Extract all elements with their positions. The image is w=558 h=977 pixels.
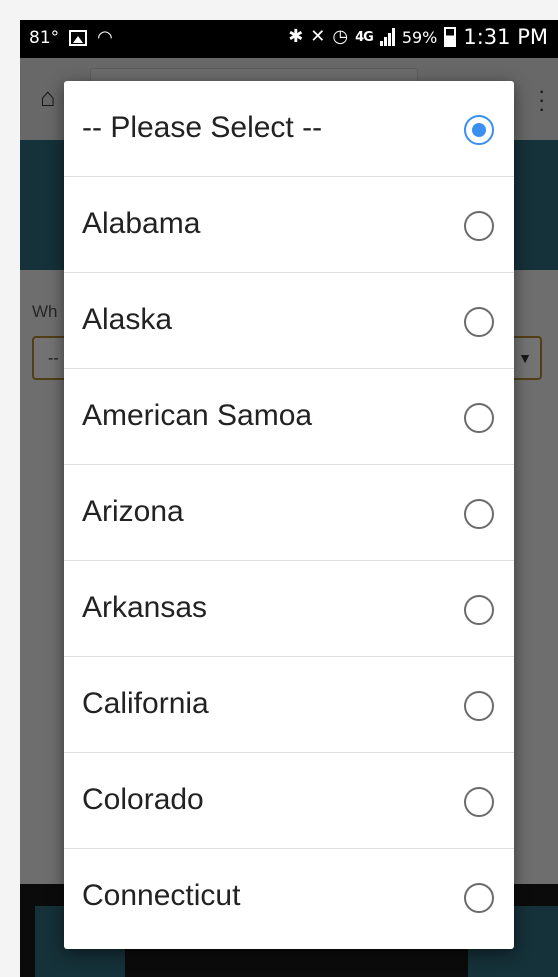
temperature-label: 81° bbox=[29, 28, 60, 48]
radio-icon[interactable] bbox=[464, 499, 494, 529]
option-arkansas[interactable]: Arkansas bbox=[64, 561, 514, 657]
status-bar-right: ✱ ✕ ◷ 4G 59% 1:31 PM bbox=[288, 25, 548, 49]
battery-percent: 59% bbox=[401, 27, 438, 47]
option-american-samoa[interactable]: American Samoa bbox=[64, 369, 514, 465]
option-alabama[interactable]: Alabama bbox=[64, 177, 514, 273]
radio-icon[interactable] bbox=[464, 787, 494, 817]
radio-icon[interactable] bbox=[464, 403, 494, 433]
radio-icon[interactable] bbox=[464, 211, 494, 241]
radio-icon[interactable] bbox=[464, 595, 494, 625]
bluetooth-icon: ✱ bbox=[288, 26, 304, 47]
wifi-icon: ◠ bbox=[97, 27, 113, 48]
option-colorado[interactable]: Colorado bbox=[64, 753, 514, 849]
option-label: -- Please Select -- bbox=[82, 111, 323, 144]
status-bar-left: 81° ◠ bbox=[29, 28, 113, 48]
option-label: Alabama bbox=[82, 207, 201, 240]
option-label: American Samoa bbox=[82, 399, 313, 432]
option-arizona[interactable]: Arizona bbox=[64, 465, 514, 561]
battery-icon bbox=[444, 27, 457, 47]
phone-screen: 81° ◠ ✱ ✕ ◷ 4G 59% 1:31 PM ⌂ ··· Wh -- ▼ bbox=[20, 20, 558, 977]
alarm-icon: ◷ bbox=[332, 26, 349, 47]
option-label: Arkansas bbox=[82, 591, 208, 624]
radio-icon[interactable] bbox=[464, 691, 494, 721]
network-type-label: 4G bbox=[355, 29, 374, 45]
radio-icon[interactable] bbox=[464, 307, 494, 337]
option-label: Alaska bbox=[82, 303, 173, 336]
option-label: Colorado bbox=[82, 783, 204, 816]
clock: 1:31 PM bbox=[463, 25, 548, 49]
gallery-icon bbox=[69, 30, 88, 46]
option-alaska[interactable]: Alaska bbox=[64, 273, 514, 369]
status-bar: 81° ◠ ✱ ✕ ◷ 4G 59% 1:31 PM bbox=[20, 20, 558, 58]
radio-icon[interactable] bbox=[464, 115, 494, 145]
option-please-select[interactable]: -- Please Select -- bbox=[64, 81, 514, 177]
option-california[interactable]: California bbox=[64, 657, 514, 753]
mute-icon: ✕ bbox=[310, 26, 326, 47]
option-label: California bbox=[82, 687, 209, 720]
radio-icon[interactable] bbox=[464, 883, 494, 913]
state-picker-dialog: -- Please Select -- Alabama Alaska Ameri… bbox=[64, 81, 514, 949]
signal-icon bbox=[379, 28, 395, 46]
option-connecticut[interactable]: Connecticut bbox=[64, 849, 514, 945]
option-label: Arizona bbox=[82, 495, 184, 528]
option-label: Connecticut bbox=[82, 879, 241, 912]
